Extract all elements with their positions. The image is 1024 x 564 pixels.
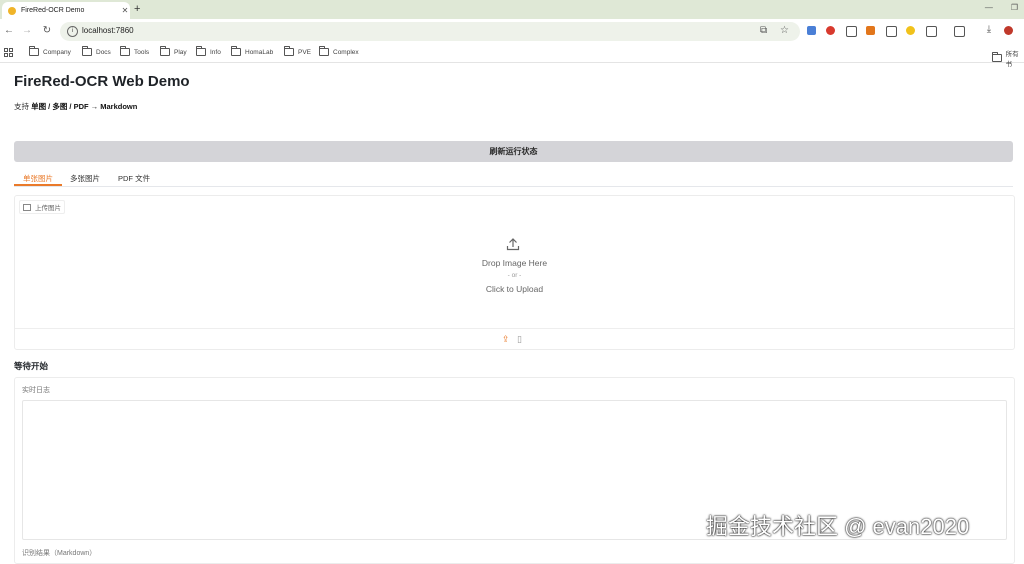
folder-icon bbox=[82, 46, 92, 56]
translate-extension-icon[interactable] bbox=[807, 26, 816, 35]
folder-icon bbox=[992, 52, 1002, 62]
log-label: 实时日志 bbox=[22, 387, 50, 394]
close-tab-icon[interactable]: ✕ bbox=[120, 6, 130, 15]
browser-toolbar: ← → ↻ i localhost:7860 ⧉ ☆ ⤓ bbox=[0, 19, 1024, 44]
folder-icon bbox=[160, 46, 170, 56]
extensions-puzzle-icon[interactable] bbox=[926, 26, 937, 37]
status-text: 等待开始 bbox=[14, 361, 49, 371]
bookmark-folder[interactable]: HomaLab bbox=[231, 46, 274, 56]
page-subtitle: 支持 单图 / 多图 / PDF → Markdown bbox=[14, 101, 137, 112]
upload-label-text: 上传图片 bbox=[35, 205, 61, 212]
folder-icon bbox=[120, 46, 130, 56]
back-icon[interactable]: ← bbox=[3, 25, 15, 36]
image-icon bbox=[23, 203, 31, 211]
tab-pdf-file[interactable]: PDF 文件 bbox=[118, 173, 150, 184]
address-bar[interactable]: i localhost:7860 ⧉ ☆ bbox=[60, 22, 800, 41]
bookmark-folder[interactable]: PVE bbox=[284, 46, 312, 56]
click-to-upload-text[interactable]: Click to Upload bbox=[15, 284, 1014, 294]
reader-extension-icon[interactable] bbox=[846, 26, 857, 37]
bookmark-label: Tools bbox=[134, 48, 150, 56]
folder-icon bbox=[29, 46, 39, 56]
upload-label: 上传图片 bbox=[19, 200, 65, 214]
reload-icon[interactable]: ↻ bbox=[41, 25, 53, 36]
subtitle-prefix: 支持 bbox=[14, 102, 29, 111]
download-icon[interactable]: ⤓ bbox=[983, 24, 995, 35]
tab-multi-image[interactable]: 多张图片 bbox=[70, 173, 100, 184]
side-panel-icon[interactable] bbox=[954, 26, 965, 37]
metamask-extension-icon[interactable] bbox=[866, 26, 875, 35]
install-app-icon[interactable]: ⧉ bbox=[760, 25, 767, 36]
bookmark-folder[interactable]: Docs bbox=[82, 46, 111, 56]
favicon-icon bbox=[8, 6, 16, 15]
minimize-icon[interactable]: — bbox=[985, 3, 993, 12]
result-label: 识别结果（Markdown） bbox=[22, 550, 97, 557]
new-tab-button[interactable]: + bbox=[134, 2, 140, 16]
bookmark-label: PVE bbox=[298, 48, 312, 56]
restore-icon[interactable]: ❐ bbox=[1011, 3, 1018, 12]
notes-extension-icon[interactable] bbox=[886, 26, 897, 37]
url-text: localhost:7860 bbox=[82, 26, 134, 35]
profile-avatar[interactable] bbox=[1004, 26, 1013, 35]
folder-icon bbox=[196, 46, 206, 56]
drop-image-text: Drop Image Here bbox=[481, 258, 548, 268]
lightbulb-extension-icon[interactable] bbox=[906, 26, 915, 35]
active-tab-indicator bbox=[14, 184, 62, 186]
upload-icon bbox=[506, 238, 520, 251]
refresh-status-button[interactable]: 刷新运行状态 bbox=[14, 141, 1013, 162]
all-bookmarks-folder[interactable]: 所有书 bbox=[992, 48, 1024, 68]
upload-file-icon[interactable]: ⇪ bbox=[502, 334, 510, 345]
site-info-icon[interactable]: i bbox=[67, 26, 78, 37]
bookmark-folder[interactable]: Complex bbox=[319, 46, 359, 56]
forward-icon[interactable]: → bbox=[21, 25, 33, 36]
folder-icon bbox=[284, 46, 294, 56]
folder-icon bbox=[319, 46, 329, 56]
bookmark-folder[interactable]: Play bbox=[160, 46, 187, 56]
input-tabs: 单张图片 多张图片 PDF 文件 bbox=[14, 170, 1013, 187]
browser-tab[interactable]: FireRed-OCR Demo ✕ bbox=[2, 2, 130, 19]
opera-extension-icon[interactable] bbox=[826, 26, 835, 35]
bookmark-label: Info bbox=[210, 48, 221, 56]
upload-toolbar: ⇪ ▯ bbox=[15, 328, 1014, 349]
drop-or-text: - or - bbox=[507, 272, 522, 279]
window-controls: — ❐ bbox=[985, 3, 1018, 12]
subtitle-formats: 单图 / 多图 / PDF → Markdown bbox=[31, 102, 138, 111]
image-upload-dropzone[interactable]: 上传图片 Drop Image Here - or - Click to Upl… bbox=[14, 195, 1015, 350]
folder-icon bbox=[231, 46, 241, 56]
bookmark-folder[interactable]: Tools bbox=[120, 46, 150, 56]
bookmark-label: Play bbox=[174, 48, 187, 56]
bookmark-label: 所有书 bbox=[1005, 51, 1019, 68]
browser-tab-title: FireRed-OCR Demo bbox=[21, 7, 85, 14]
browser-tab-bar: FireRed-OCR Demo ✕ + — ❐ bbox=[0, 0, 1024, 19]
bookmark-folder[interactable]: Company bbox=[29, 46, 71, 56]
bookmark-label: Company bbox=[43, 48, 71, 56]
bookmark-label: Complex bbox=[333, 48, 359, 56]
paste-clipboard-icon[interactable]: ▯ bbox=[517, 334, 522, 345]
tab-single-image[interactable]: 单张图片 bbox=[23, 173, 53, 184]
bookmark-star-icon[interactable]: ☆ bbox=[780, 25, 789, 36]
bookmarks-bar: Company Docs Tools Play Info HomaLab PVE… bbox=[0, 44, 1024, 68]
bookmark-label: Docs bbox=[96, 48, 111, 56]
bookmark-folder[interactable]: Info bbox=[196, 46, 221, 56]
page-title: FireRed-OCR Web Demo bbox=[14, 73, 190, 90]
watermark: 掘金技术社区 @ evan2020 bbox=[706, 514, 970, 539]
bookmark-label: HomaLab bbox=[245, 48, 274, 56]
apps-grid-icon[interactable] bbox=[4, 48, 13, 57]
